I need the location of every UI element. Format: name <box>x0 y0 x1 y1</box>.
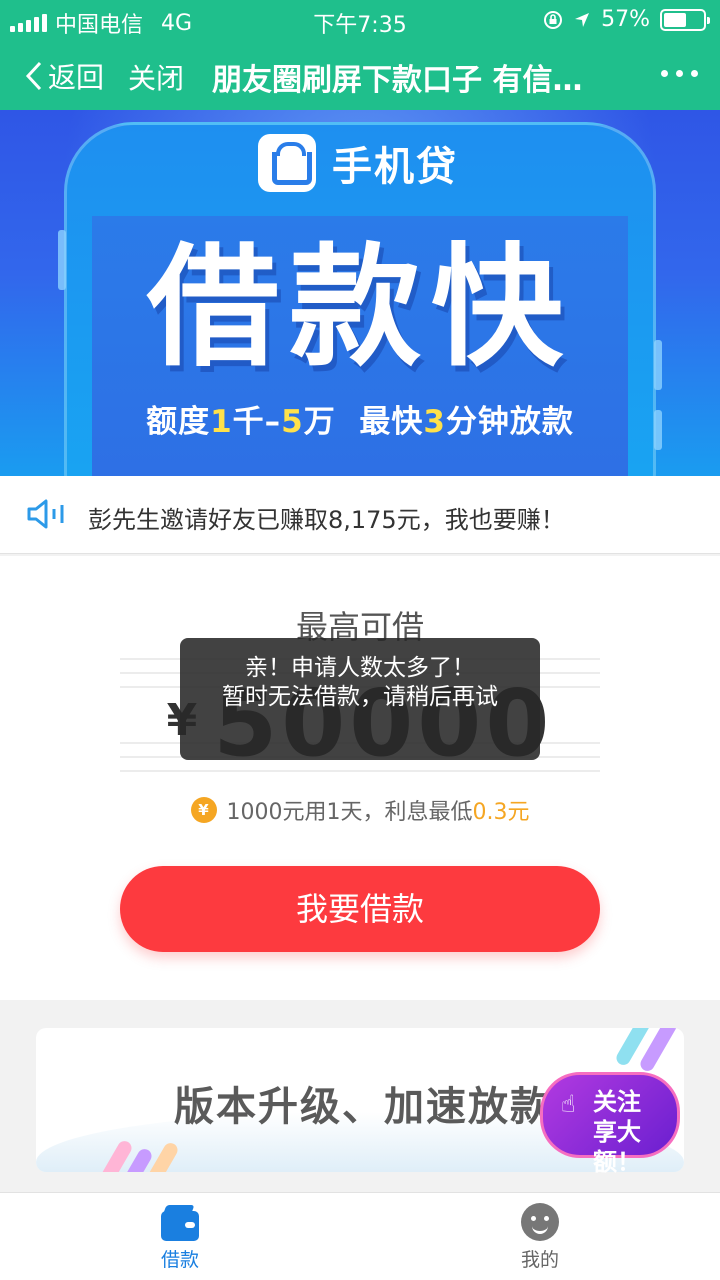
banner-subtitle: 额度1千–5万 最快3分钟放款 <box>0 396 720 441</box>
tab-label: 我的 <box>520 1249 559 1271</box>
location-icon <box>575 12 590 27</box>
user-icon <box>521 1203 559 1241</box>
interest-info: ¥ 1000元用1天，利息最低0.3元 <box>0 794 720 826</box>
sub-text: 分钟放款 <box>445 404 574 440</box>
banner-headline: 借款快 <box>147 231 573 385</box>
sub-text: 千– <box>232 404 282 440</box>
tab-mine[interactable]: 我的 <box>480 1201 600 1272</box>
toast-line1: 亲！申请人数太多了！ <box>245 655 475 681</box>
borrow-button[interactable]: 我要借款 <box>120 866 600 952</box>
brand: 手机贷 <box>258 134 458 192</box>
promo-title: 版本升级、加速放款 <box>174 1084 552 1130</box>
interest-value: 0.3元 <box>472 800 530 825</box>
more-dot-icon <box>661 70 668 77</box>
sub-text: 额度 <box>146 404 211 440</box>
follow-badge-button[interactable]: ☝ 关注 享大额！ <box>540 1072 680 1176</box>
hero-banner[interactable]: 手机贷 借款快 额度1千–5万 最快3分钟放款 <box>0 110 720 476</box>
pointer-hand-icon: ☝ <box>561 1090 576 1118</box>
interest-prefix: 1000元用1天，利息最低 <box>226 800 473 825</box>
badge-line1: 关注 <box>593 1088 641 1116</box>
more-menu-button[interactable] <box>661 70 698 77</box>
interest-text: 1000元用1天，利息最低0.3元 <box>227 794 530 826</box>
tab-label: 借款 <box>160 1249 199 1271</box>
battery-percent: 57% <box>601 7 650 32</box>
status-right: 57% <box>543 7 710 32</box>
brand-name: 手机贷 <box>332 144 458 190</box>
more-dot-icon <box>691 70 698 77</box>
more-dot-icon <box>676 70 683 77</box>
notice-text: 彭先生邀请好友已赚取8,175元，我也要赚！ <box>88 506 565 534</box>
coin-icon: ¥ <box>190 797 217 823</box>
toast-line2: 暂时无法借款，请稍后再试 <box>222 684 498 710</box>
speaker-icon <box>27 499 64 529</box>
sub-text: 万 最快 <box>303 404 424 440</box>
back-button[interactable]: 返回 <box>24 56 104 96</box>
wallet-icon <box>161 1211 199 1241</box>
brand-logo-icon <box>258 134 316 192</box>
tab-bar: 借款 我的 <box>0 1192 720 1280</box>
close-button[interactable]: 关闭 <box>128 57 184 97</box>
rotation-lock-icon <box>544 10 563 29</box>
battery-icon <box>660 8 710 31</box>
status-bar: 中国电信 4G 下午7:35 57% <box>0 0 720 40</box>
sub-highlight: 1 <box>210 404 233 440</box>
page-title: 朋友圈刷屏下款口子 有信用卡就能下款 <box>212 63 612 98</box>
nav-bar: 返回 关闭 朋友圈刷屏下款口子 有信用卡就能下款 <box>0 40 720 110</box>
toast-message: 亲！申请人数太多了！ 暂时无法借款，请稍后再试 <box>180 638 540 760</box>
chevron-left-icon <box>25 61 42 91</box>
tab-borrow[interactable]: 借款 <box>120 1201 240 1272</box>
notice-bar[interactable]: 彭先生邀请好友已赚取8,175元，我也要赚！ <box>0 476 720 554</box>
sub-highlight: 3 <box>423 404 446 440</box>
badge-line2: 享大额！ <box>593 1118 641 1176</box>
loan-card: 最高可借 ¥50000 ¥ 1000元用1天，利息最低0.3元 我要借款 <box>0 556 720 1000</box>
back-label: 返回 <box>48 61 105 94</box>
sub-highlight: 5 <box>281 404 304 440</box>
